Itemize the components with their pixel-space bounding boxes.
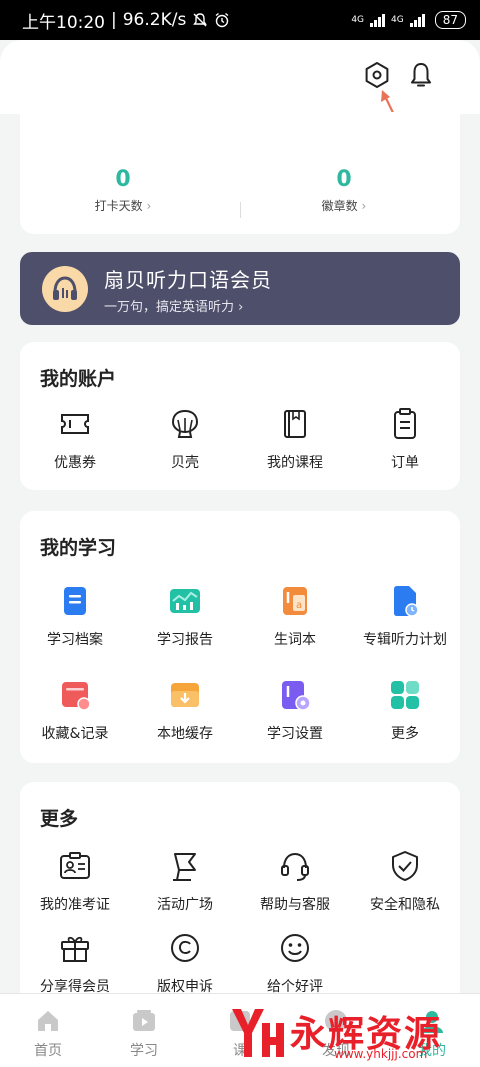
order-item[interactable]: 订单: [350, 406, 460, 472]
rate-app-item[interactable]: 给个好评: [240, 930, 350, 996]
favorites-item[interactable]: 收藏&记录: [20, 677, 130, 743]
badge-count-stat[interactable]: 0 徽章数 ›: [274, 167, 414, 214]
gift-icon: [61, 936, 89, 962]
status-speed: 96.2K/s: [122, 10, 187, 30]
share-membership-item[interactable]: 分享得会员: [20, 930, 130, 996]
watermark-logo-icon: [232, 1009, 284, 1057]
listening-plan-icon: [394, 586, 419, 617]
study-settings-item[interactable]: 学习设置: [240, 677, 350, 743]
section-title: 我的账户: [40, 368, 117, 390]
shell-item[interactable]: 贝壳: [130, 406, 240, 472]
vocab-book-icon: a: [283, 587, 307, 615]
coupon-item[interactable]: 优惠券: [20, 406, 130, 472]
stats-card: 0 打卡天数 › 0 徽章数 ›: [20, 112, 460, 234]
local-cache-item[interactable]: 本地缓存: [130, 677, 240, 743]
headphone-logo-icon: [42, 266, 88, 312]
course-book-icon: [284, 410, 306, 438]
signal-icon: [409, 13, 425, 27]
mute-icon: [193, 13, 208, 27]
watermark-url: www.yhkjjj.com: [334, 1047, 428, 1061]
listening-plan-item[interactable]: 专辑听力计划: [350, 583, 460, 649]
section-title: 更多: [40, 808, 79, 830]
checkin-days-stat[interactable]: 0 打卡天数 ›: [53, 167, 193, 214]
page-header: [0, 40, 480, 114]
local-cache-icon: [171, 683, 199, 707]
copyright-icon: [171, 934, 199, 962]
home-icon: [38, 1011, 58, 1031]
battery-indicator: 87: [434, 11, 466, 29]
shell-icon: [171, 409, 199, 438]
more-card: 更多 我的准考证 活动广场 帮助与客服 安全和隐私 分享得会员 版权申诉 给个好…: [20, 782, 460, 1012]
tab-study[interactable]: 学习: [96, 1008, 192, 1060]
study-file-icon: [64, 587, 86, 615]
more-study-item[interactable]: 更多: [350, 677, 460, 743]
headset-icon: [281, 852, 309, 881]
my-study-card: 我的学习 学习档案 学习报告 a 生词本 专辑听力计划 收藏&记录 本地缓存 学…: [20, 511, 460, 763]
divider: [240, 202, 241, 218]
help-service-item[interactable]: 帮助与客服: [240, 848, 350, 914]
vip-title: 扇贝听力口语会员: [104, 268, 272, 292]
chevron-right-icon: ›: [361, 199, 367, 213]
admission-ticket-icon: [60, 852, 90, 879]
vip-banner[interactable]: 扇贝听力口语会员 一万句，搞定英语听力 ›: [20, 252, 460, 325]
alarm-icon: [215, 12, 229, 28]
watermark: 永辉资源网 www.yhkjjj.com: [226, 1003, 478, 1067]
security-privacy-item[interactable]: 安全和隐私: [350, 848, 460, 914]
signal-icon: [370, 13, 386, 27]
chevron-right-icon: ›: [238, 300, 244, 315]
vip-subtitle: 一万句，搞定英语听力: [104, 300, 235, 315]
study-settings-icon: [282, 681, 311, 711]
study-report-icon: [170, 589, 200, 613]
favorites-icon: [62, 682, 91, 711]
status-bar: 上午10:20 | 96.2K/s 4G 4G 87: [0, 0, 480, 40]
study-file-item[interactable]: 学习档案: [20, 583, 130, 649]
tab-home[interactable]: 首页: [0, 1008, 96, 1060]
section-title: 我的学习: [40, 537, 117, 559]
play-icon: [133, 1010, 155, 1031]
order-icon: [394, 408, 416, 439]
settings-hexagon-icon[interactable]: [362, 60, 392, 90]
activity-square-item[interactable]: 活动广场: [130, 848, 240, 914]
status-time: 上午10:20: [22, 12, 105, 33]
activity-flag-icon: [173, 853, 196, 881]
my-account-card: 我的账户 优惠券 贝壳 我的课程 订单: [20, 342, 460, 490]
admission-ticket-item[interactable]: 我的准考证: [20, 848, 130, 914]
copyright-appeal-item[interactable]: 版权申诉: [130, 930, 240, 996]
chevron-right-icon: ›: [146, 199, 152, 213]
more-grid-icon: [391, 681, 419, 709]
svg-text:a: a: [296, 600, 302, 611]
coupon-icon: [61, 414, 89, 434]
vocab-book-item[interactable]: a 生词本: [240, 583, 350, 649]
my-course-item[interactable]: 我的课程: [240, 406, 350, 472]
study-report-item[interactable]: 学习报告: [130, 583, 240, 649]
bell-icon[interactable]: [406, 60, 436, 90]
smile-icon: [281, 934, 309, 962]
shield-icon: [392, 851, 418, 881]
